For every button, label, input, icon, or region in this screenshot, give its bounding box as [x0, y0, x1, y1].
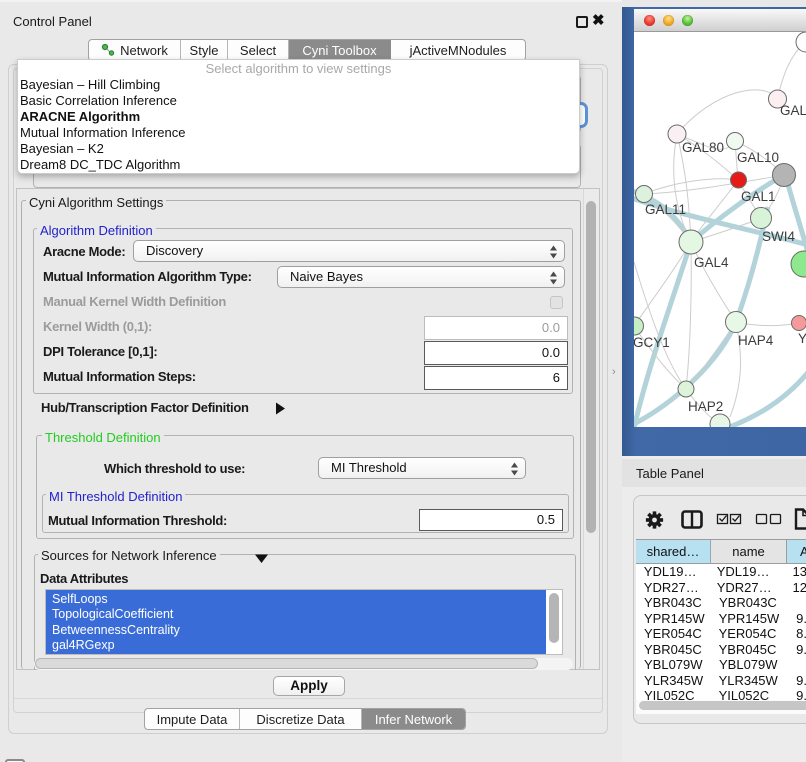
- svg-text:GAL4: GAL4: [694, 255, 729, 270]
- svg-text:GAL10: GAL10: [737, 150, 779, 165]
- svg-text:GCY1: GCY1: [634, 335, 670, 350]
- svg-text:HAP2: HAP2: [688, 399, 723, 414]
- svg-text:GAL80: GAL80: [682, 140, 724, 155]
- svg-text:GAL: GAL: [780, 103, 806, 118]
- svg-text:Y: Y: [798, 331, 806, 346]
- svg-text:SWI4: SWI4: [762, 229, 795, 244]
- svg-text:HAP4: HAP4: [738, 333, 774, 348]
- svg-text:GAL1: GAL1: [741, 189, 776, 204]
- svg-text:GAL11: GAL11: [645, 202, 686, 217]
